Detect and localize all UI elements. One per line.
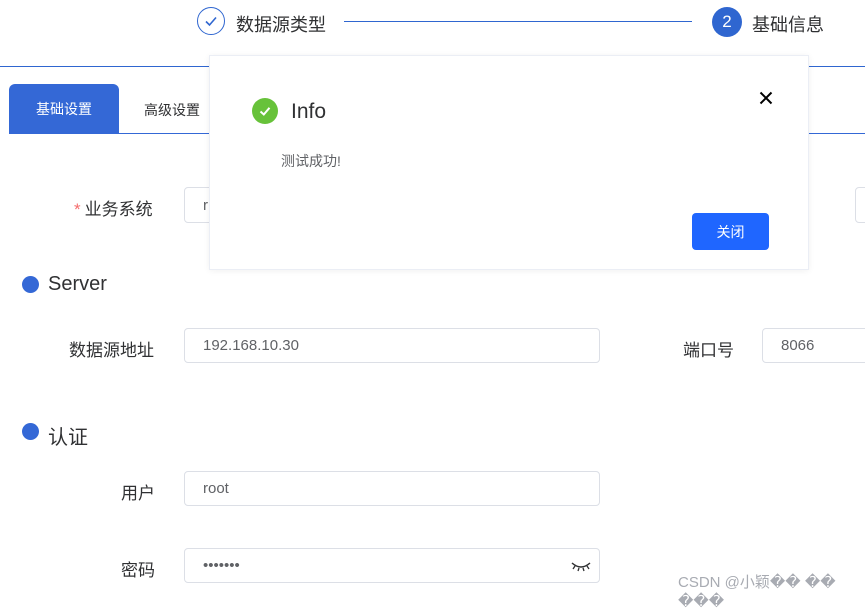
section-dot-server	[22, 276, 39, 293]
success-check-icon	[252, 98, 278, 124]
port-value: 8066	[781, 337, 815, 354]
dialog-close-button[interactable]: 关闭	[692, 213, 769, 250]
business-system-label-text: 业务系统	[84, 200, 153, 219]
tab-advanced-settings[interactable]: 高级设置	[144, 100, 200, 120]
business-system-label: * 业务系统	[74, 195, 153, 220]
required-mark: *	[74, 200, 81, 219]
info-dialog: Info 测试成功! 关闭	[209, 55, 809, 270]
business-system-value: r	[203, 196, 208, 214]
eye-closed-icon[interactable]	[571, 559, 591, 577]
user-label: 用户	[121, 484, 155, 503]
close-icon[interactable]	[758, 90, 774, 106]
dialog-title: Info	[291, 100, 327, 123]
section-title-server: Server	[48, 273, 107, 295]
address-value: 192.168.10.30	[203, 337, 299, 354]
step-2-number: 2	[712, 7, 742, 37]
address-input[interactable]: 192.168.10.30	[184, 328, 600, 363]
step-check-icon	[197, 7, 225, 35]
right-field-edge[interactable]	[855, 187, 865, 223]
port-label: 端口号	[683, 341, 734, 360]
step-1-label: 数据源类型	[236, 15, 326, 35]
step-2-label: 基础信息	[752, 15, 824, 35]
password-label: 密码	[121, 561, 155, 580]
section-dot-auth	[22, 423, 39, 440]
dialog-message: 测试成功!	[281, 153, 341, 169]
step-connector	[344, 21, 692, 22]
port-input[interactable]: 8066	[762, 328, 865, 363]
csdn-watermark: CSDN @小颖�� �� ���	[678, 574, 836, 610]
password-input[interactable]: •••••••	[184, 548, 600, 583]
address-label: 数据源地址	[69, 341, 154, 360]
section-title-auth: 认证	[48, 427, 88, 449]
tab-basic-settings[interactable]: 基础设置	[9, 84, 119, 134]
user-value: root	[203, 480, 229, 497]
user-input[interactable]: root	[184, 471, 600, 506]
password-value: •••••••	[203, 557, 240, 574]
